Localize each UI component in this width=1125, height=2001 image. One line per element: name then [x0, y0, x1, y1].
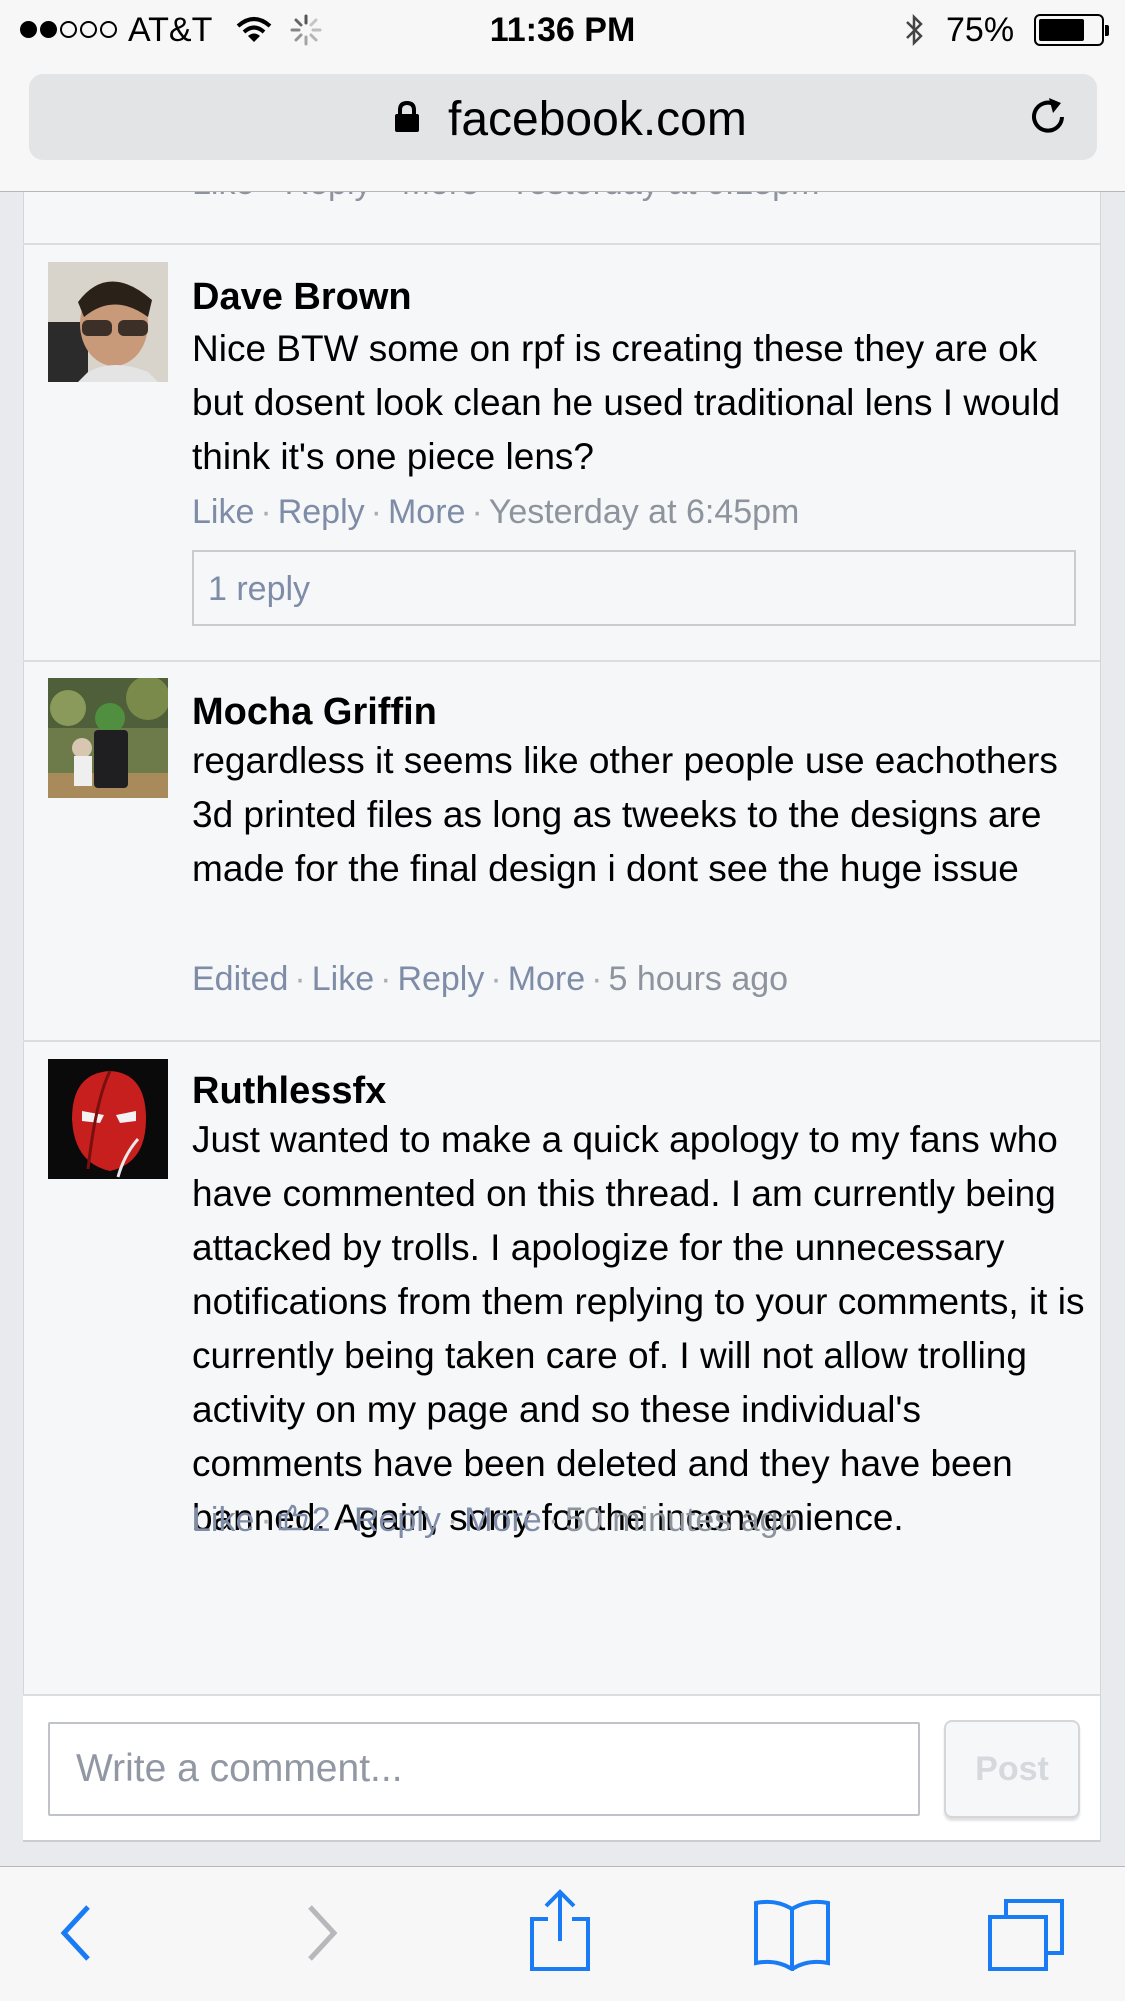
- reply-link[interactable]: Reply: [397, 960, 484, 998]
- forward-icon[interactable]: [302, 1901, 342, 1970]
- comment-mocha-griffin: Mocha Griffin regardless it seems like o…: [23, 662, 1101, 1040]
- battery-percentage: 75%: [946, 11, 1015, 49]
- like-link[interactable]: Like: [192, 493, 254, 531]
- comment-ruthlessfx: Ruthlessfx Just wanted to make a quick a…: [23, 1042, 1101, 1692]
- view-replies-button[interactable]: 1 reply: [192, 550, 1076, 626]
- comment-author[interactable]: Mocha Griffin: [192, 691, 437, 734]
- like-count[interactable]: 2: [278, 1501, 331, 1540]
- like-link[interactable]: Like: [312, 960, 374, 998]
- status-bar: AT&T 11:36 PM 75%: [0, 0, 1125, 62]
- previous-comment-meta: Like · Reply · More · Yesterday at 6:18p…: [192, 192, 819, 203]
- bookmarks-icon[interactable]: [752, 1897, 832, 1976]
- more-link[interactable]: More: [388, 493, 465, 531]
- comment-actions: Like · 2 · Reply · More · 50 minutes ago: [192, 1501, 798, 1540]
- comment-timestamp[interactable]: 5 hours ago: [609, 960, 789, 998]
- avatar[interactable]: [48, 1059, 168, 1179]
- comment-timestamp[interactable]: Yesterday at 6:45pm: [489, 493, 800, 531]
- thumbs-up-icon: [278, 1501, 308, 1540]
- lock-icon: [393, 100, 421, 139]
- tabs-icon[interactable]: [986, 1897, 1066, 1978]
- more-link[interactable]: More: [508, 960, 585, 998]
- comment-feed[interactable]: Like · Reply · More · Yesterday at 6:18p…: [23, 192, 1101, 1842]
- comment-text: Just wanted to make a quick apology to m…: [192, 1119, 1085, 1538]
- like-link[interactable]: Like: [192, 1501, 254, 1539]
- avatar[interactable]: [48, 678, 168, 798]
- reply-link[interactable]: Reply: [278, 493, 365, 531]
- comment-text: regardless it seems like other people us…: [192, 740, 1058, 889]
- more-link[interactable]: More: [464, 1501, 541, 1539]
- comment-timestamp[interactable]: 50 minutes ago: [565, 1501, 798, 1539]
- back-icon[interactable]: [56, 1901, 96, 1970]
- battery-icon: [1034, 14, 1109, 46]
- bluetooth-icon: [903, 12, 927, 57]
- comment-text: Nice BTW some on rpf is creating these t…: [192, 328, 1061, 477]
- edited-label[interactable]: Edited: [192, 960, 288, 998]
- post-button[interactable]: Post: [944, 1720, 1080, 1818]
- like-count-number: 2: [311, 1501, 331, 1539]
- reply-link[interactable]: Reply: [354, 1501, 441, 1539]
- url-field[interactable]: facebook.com: [29, 74, 1097, 160]
- reload-icon[interactable]: [1025, 94, 1071, 145]
- browser-toolbar: [0, 1866, 1125, 2001]
- comment-actions: Like · Reply · More · Yesterday at 6:45pm: [192, 493, 800, 531]
- browser-address-bar: facebook.com: [0, 62, 1125, 192]
- url-text: facebook.com: [448, 93, 747, 146]
- avatar[interactable]: [48, 262, 168, 382]
- comment-input[interactable]: [48, 1722, 920, 1816]
- comment-composer: Post: [23, 1694, 1101, 1842]
- comment-author[interactable]: Ruthlessfx: [192, 1070, 386, 1113]
- comment-actions: Edited · Like · Reply · More · 5 hours ago: [192, 960, 789, 998]
- share-icon[interactable]: [528, 1889, 592, 1978]
- comment-author[interactable]: Dave Brown: [192, 276, 412, 319]
- replies-count-label: 1 reply: [208, 570, 311, 608]
